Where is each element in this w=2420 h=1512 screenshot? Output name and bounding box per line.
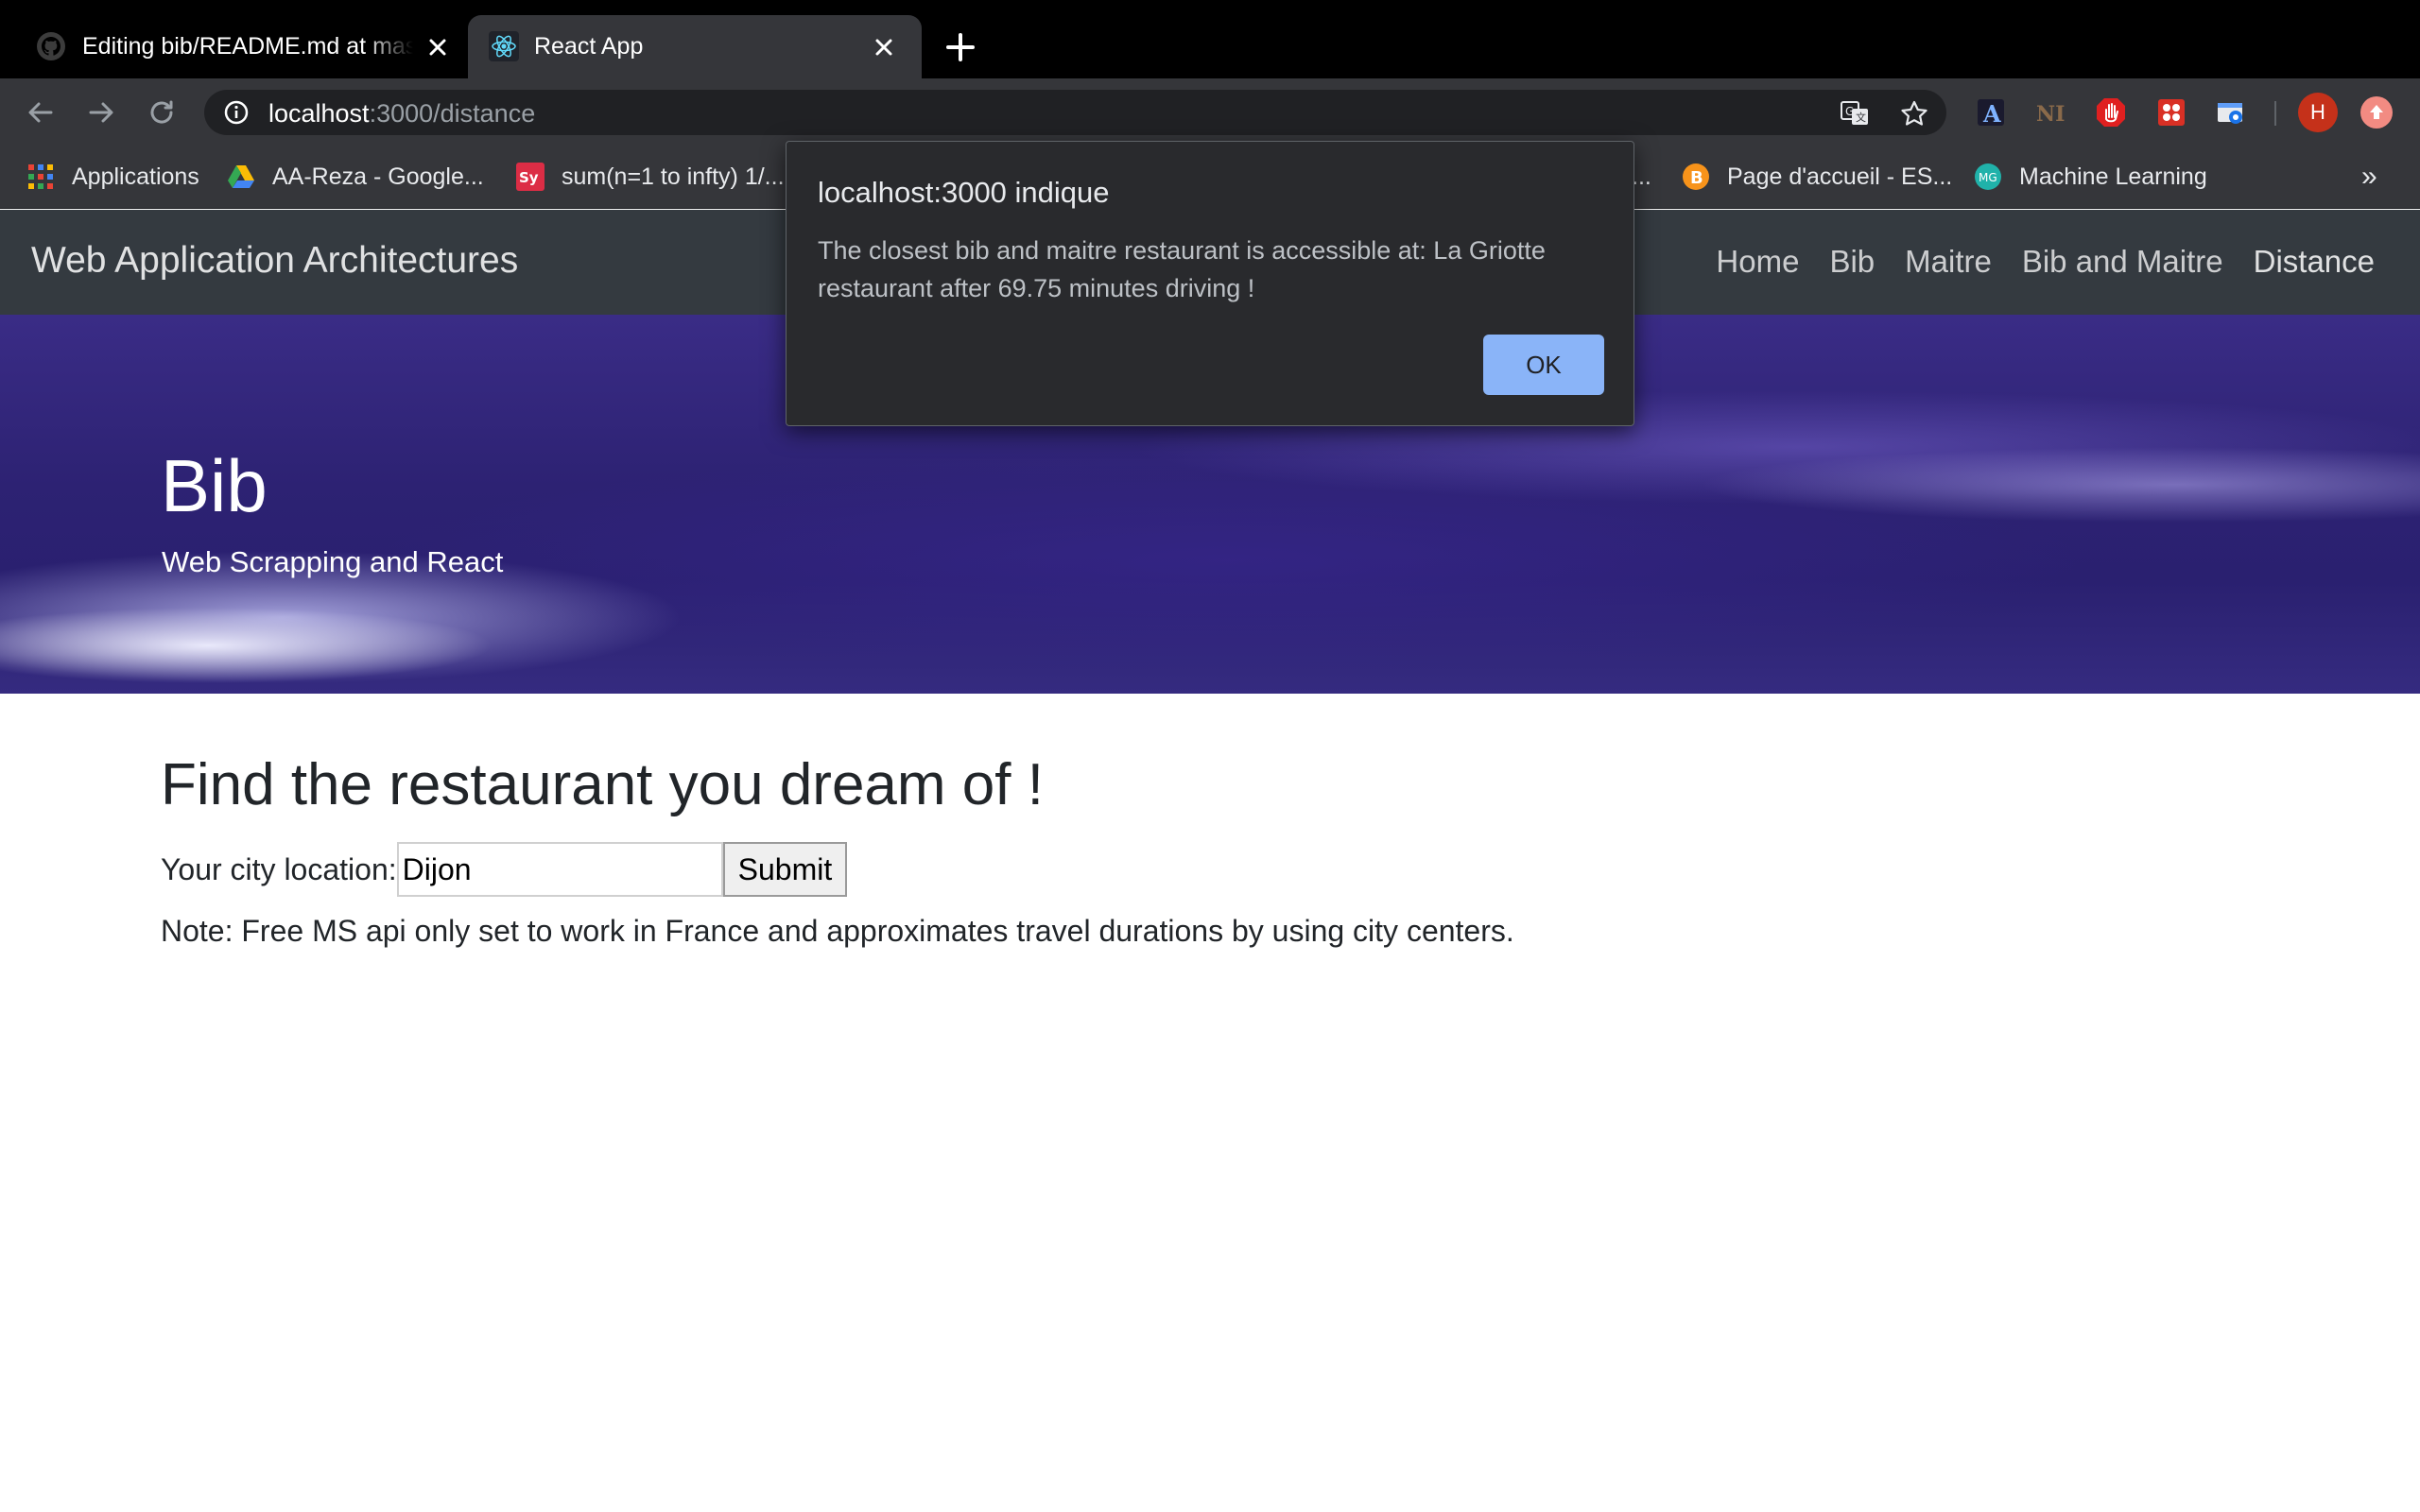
dialog-message: The closest bib and maitre restaurant is… [818, 236, 1546, 302]
bookmark-machine-learning[interactable]: MG Machine Learning [1974, 160, 2207, 194]
main-content: Find the restaurant you dream of ! Your … [161, 751, 2259, 948]
stop-hand-icon[interactable] [2095, 96, 2127, 129]
dialog-title: localhost:3000 indique [818, 176, 1110, 209]
city-form: Your city location: Submit [161, 842, 848, 897]
dialog-ok-button[interactable]: OK [1483, 335, 1604, 395]
tab-strip: Editing bib/README.md at master · bib Re… [0, 0, 2420, 78]
star-icon[interactable] [1899, 99, 1929, 128]
close-tab-icon[interactable] [871, 34, 897, 60]
alert-dialog: localhost:3000 indique The closest bib a… [786, 141, 1634, 426]
nav-maitre[interactable]: Maitre [1905, 244, 1992, 280]
forward-arrow-icon[interactable] [83, 94, 119, 130]
react-icon [489, 31, 519, 61]
symbolab-icon: Sy [516, 163, 544, 191]
red-grid-icon[interactable] [2155, 96, 2187, 129]
svg-text:B: B [1690, 168, 1703, 188]
nav-bib-and-maitre[interactable]: Bib and Maitre [2022, 244, 2223, 280]
screenshot-icon[interactable] [2215, 96, 2247, 129]
more-bookmarks-chevron[interactable]: » [2361, 160, 2377, 194]
browser-toolbar: localhost:3000/distance G 文 A NI H [0, 78, 2420, 146]
bookmark-page-accueil[interactable]: B Page d'accueil - ES... [1682, 160, 1952, 194]
bookmark-label: sum(n=1 to infty) 1/... [562, 163, 785, 190]
nav-links: Home Bib Maitre Bib and Maitre Distance [1716, 244, 2375, 280]
bookmark-label: AA-Reza - Google... [272, 163, 484, 190]
svg-text:NI: NI [2036, 102, 2065, 127]
svg-text:文: 文 [1856, 111, 1866, 124]
apps-grid-icon [28, 164, 53, 189]
page-heading: Find the restaurant you dream of ! [161, 752, 1044, 817]
nav-bib[interactable]: Bib [1829, 244, 1875, 280]
github-icon [37, 32, 65, 60]
profile-avatar[interactable]: H [2298, 93, 2338, 132]
navbar-brand[interactable]: Web Application Architectures [31, 240, 518, 282]
hero-title: Bib [161, 444, 268, 527]
new-tab-plus-icon[interactable] [943, 30, 977, 64]
bitcoin-icon: B [1683, 163, 1709, 190]
tab-react-app[interactable]: React App [468, 15, 922, 78]
a-extension-icon[interactable]: A [1975, 96, 2007, 129]
url-text[interactable]: localhost:3000/distance [268, 99, 535, 128]
bookmark-label: Applications [72, 163, 199, 190]
submit-button[interactable]: Submit [722, 842, 848, 897]
url-host: localhost [268, 99, 370, 128]
ni-extension-icon[interactable]: NI [2034, 96, 2066, 129]
city-input[interactable] [396, 842, 723, 897]
bookmark-label: Machine Learning [2019, 163, 2207, 190]
bookmark-symbolab[interactable]: Sy sum(n=1 to infty) 1/... [516, 160, 785, 194]
google-drive-icon [228, 165, 254, 188]
reload-icon[interactable] [144, 94, 180, 130]
api-note: Note: Free MS api only set to work in Fr… [161, 914, 1514, 948]
tab-github-readme[interactable]: Editing bib/README.md at master · bib [0, 15, 463, 78]
toolbar-separator [2274, 101, 2276, 126]
translate-icon[interactable]: G 文 [1840, 99, 1870, 128]
bookmark-hidden[interactable]: ... [1632, 160, 1651, 194]
nav-distance[interactable]: Distance [2254, 244, 2375, 280]
address-bar[interactable]: localhost:3000/distance G 文 [204, 90, 1946, 135]
nav-home[interactable]: Home [1716, 244, 1799, 280]
svg-text:Sy: Sy [519, 169, 539, 186]
url-path: :3000/distance [369, 99, 536, 128]
bookmark-label: ... [1632, 163, 1651, 190]
city-label: Your city location: [161, 851, 397, 886]
bookmark-aa-reza[interactable]: AA-Reza - Google... [227, 160, 484, 194]
update-icon[interactable] [2360, 96, 2393, 129]
svg-text:A: A [1982, 100, 2001, 128]
hero-subtitle: Web Scrapping and React [162, 545, 504, 578]
svg-text:MG: MG [1979, 171, 1997, 184]
tab-title: Editing bib/README.md at master · bib [82, 33, 413, 60]
bookmark-applications[interactable]: Applications [26, 160, 199, 194]
tab-title: React App [534, 33, 644, 60]
back-arrow-icon[interactable] [23, 94, 59, 130]
mg-icon: MG [1975, 163, 2001, 190]
close-tab-icon[interactable] [424, 34, 451, 60]
bookmark-label: Page d'accueil - ES... [1727, 163, 1953, 190]
site-info-icon[interactable] [223, 99, 250, 126]
